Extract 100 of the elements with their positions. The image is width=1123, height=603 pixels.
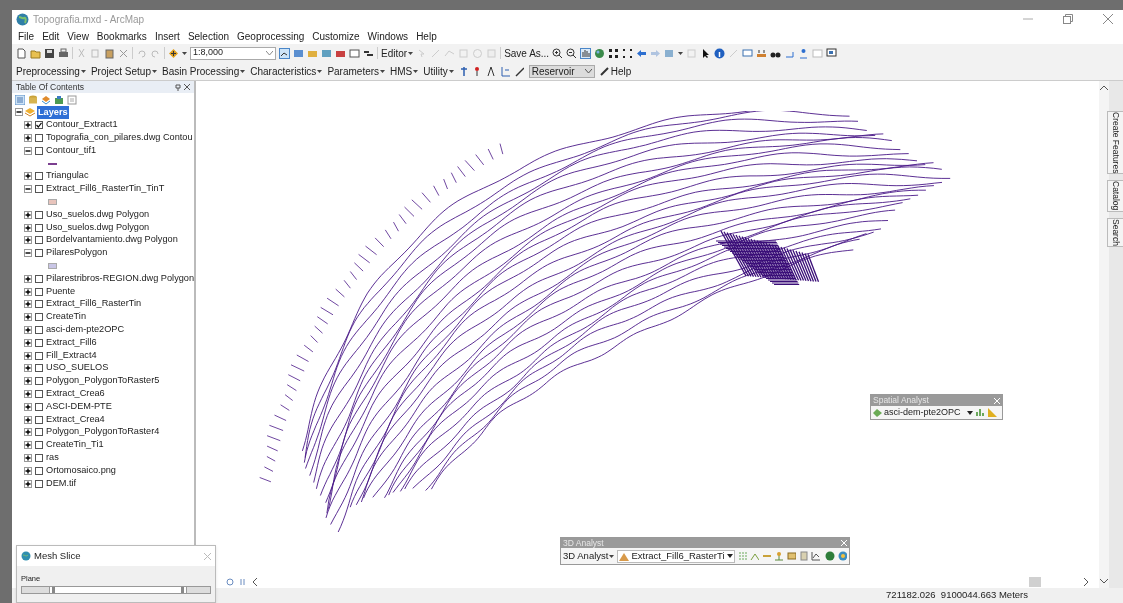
layer-name[interactable]: CreateTin: [46, 310, 86, 325]
checkbox[interactable]: [35, 236, 43, 245]
tree-toggle-icon[interactable]: [24, 172, 32, 181]
tree-toggle-icon[interactable]: [24, 466, 32, 475]
menu-item[interactable]: Geoprocessing: [237, 28, 305, 44]
tree-toggle-icon[interactable]: [24, 428, 32, 437]
checkbox[interactable]: [35, 287, 43, 296]
checkbox[interactable]: [35, 172, 43, 181]
layer-name[interactable]: ras: [46, 451, 59, 465]
tree-toggle-icon[interactable]: [24, 415, 32, 424]
layer-name[interactable]: DEM.tif: [46, 476, 77, 491]
layer-dropdown[interactable]: asci-dem-pte2OPC: [873, 405, 973, 420]
layer-name[interactable]: Uso_suelos.dwg Polygon: [46, 207, 150, 222]
toolbar-menu[interactable]: Characteristics: [250, 63, 323, 79]
fixed-zoom-out-icon[interactable]: [622, 47, 634, 59]
layer-dropdown[interactable]: Extract_Fill6_RasterTi: [617, 549, 735, 563]
menu-item[interactable]: File: [18, 28, 35, 44]
tree-toggle-icon[interactable]: [24, 121, 32, 130]
layer-name[interactable]: Extract_Crea6: [46, 387, 105, 401]
scroll-left-icon[interactable]: [252, 578, 258, 586]
scroll-down-icon[interactable]: [1100, 579, 1108, 584]
tree-toggle-icon[interactable]: [24, 210, 32, 219]
tree-toggle-icon[interactable]: [24, 134, 32, 142]
layer-name[interactable]: Contour_Extract1: [46, 118, 118, 133]
toolbar-menu[interactable]: Project Setup: [90, 63, 157, 79]
tree-toggle-icon[interactable]: [24, 274, 32, 283]
layer-name[interactable]: Pilarestribros-REGION.dwg Polygon: [46, 271, 195, 286]
checkbox[interactable]: [35, 402, 43, 411]
delete-icon[interactable]: [118, 47, 129, 59]
back-arrow-icon[interactable]: [636, 47, 648, 59]
checkbox[interactable]: [35, 146, 43, 155]
tree-toggle-icon[interactable]: [24, 479, 32, 488]
graph-icon[interactable]: [811, 551, 823, 561]
add-data-icon[interactable]: [168, 47, 179, 59]
checkbox[interactable]: [35, 223, 43, 232]
zoom-out-icon[interactable]: [566, 47, 578, 59]
zoom-in-icon[interactable]: [552, 47, 564, 59]
help-button[interactable]: Help: [599, 63, 632, 79]
checkbox[interactable]: [35, 377, 43, 386]
layer-name[interactable]: Extract_Fill6_RasterTin_TinT: [46, 182, 165, 197]
layer-name[interactable]: Fill_Extract4: [46, 348, 97, 363]
tree-toggle-icon[interactable]: [24, 338, 32, 347]
tree-toggle-icon[interactable]: [24, 287, 32, 296]
editor-menu[interactable]: Editor: [381, 45, 414, 61]
checkbox[interactable]: [35, 466, 43, 475]
tree-toggle-icon[interactable]: [24, 453, 32, 462]
menu-item[interactable]: Insert: [154, 28, 180, 44]
scroll-right-icon[interactable]: [1083, 578, 1089, 586]
checkbox[interactable]: [35, 274, 43, 283]
checkbox[interactable]: [35, 415, 43, 424]
pin-icon[interactable]: [175, 83, 181, 91]
tree-toggle-icon[interactable]: [24, 351, 32, 360]
toolbar-menu[interactable]: Basin Processing: [161, 63, 246, 79]
print-icon[interactable]: [58, 47, 69, 59]
layer-name[interactable]: Contour_tif1: [46, 143, 97, 158]
tree-toggle-icon[interactable]: [24, 441, 32, 450]
tree-toggle-icon[interactable]: [24, 325, 32, 334]
menu-item[interactable]: Windows: [367, 28, 409, 44]
toolbar-menu[interactable]: Utility: [423, 63, 454, 79]
checkbox[interactable]: [35, 325, 43, 334]
tree-toggle-icon[interactable]: [24, 223, 32, 232]
checkbox[interactable]: [35, 479, 43, 488]
checkbox[interactable]: [35, 389, 43, 398]
close-icon[interactable]: [1103, 14, 1113, 24]
scene-icon[interactable]: [837, 551, 848, 561]
layer-name[interactable]: Ortomosaico.png: [46, 463, 116, 478]
toolbar-menu[interactable]: HMS: [390, 63, 419, 79]
layer-name[interactable]: PilaresPolygon: [46, 246, 108, 261]
menu-item[interactable]: View: [67, 28, 89, 44]
point-flag-icon[interactable]: [472, 65, 482, 77]
save-as-button[interactable]: Save As...: [504, 45, 550, 61]
new-document-icon[interactable]: [16, 47, 27, 59]
close-icon[interactable]: [184, 84, 190, 90]
layer-name[interactable]: Uso_suelos.dwg Polygon: [46, 220, 150, 235]
paste-icon[interactable]: [104, 47, 115, 59]
checkbox[interactable]: [35, 210, 43, 219]
globe-icon[interactable]: [825, 551, 835, 561]
plane-scrollbar[interactable]: [21, 586, 211, 595]
checkbox[interactable]: [35, 313, 43, 322]
layer-name[interactable]: Extract_Fill6: [46, 335, 97, 350]
menu-item[interactable]: Selection: [187, 28, 230, 44]
layer-name[interactable]: Polygon_PolygonToRaster4: [46, 425, 160, 440]
checkbox[interactable]: [35, 121, 43, 130]
layer-name[interactable]: Topografia_con_pilares.dwg Contou: [46, 131, 193, 145]
reservoir-dropdown[interactable]: Reservoir: [528, 64, 595, 78]
tree-item[interactable]: Layers: [37, 105, 69, 120]
scale-combo-box[interactable]: 1:8,000: [190, 46, 276, 60]
checkbox[interactable]: [35, 249, 43, 258]
toolbar-menu[interactable]: Parameters: [327, 63, 386, 79]
tree-toggle-icon[interactable]: [24, 300, 32, 309]
tree-toggle-icon[interactable]: [24, 402, 32, 411]
vertical-scrollbar[interactable]: [1099, 81, 1109, 588]
analyst-3d-menu[interactable]: 3D Analyst: [563, 548, 615, 564]
checkbox[interactable]: [35, 300, 43, 309]
checkbox[interactable]: [35, 441, 43, 450]
fixed-zoom-in-icon[interactable]: [608, 47, 620, 59]
layer-name[interactable]: asci-dem-pte2OPC: [46, 323, 125, 337]
save-icon[interactable]: [44, 47, 55, 59]
layer-name[interactable]: Bordelvantamiento.dwg Polygon: [46, 233, 178, 248]
layer-name[interactable]: CreateTin_Ti1: [46, 438, 104, 452]
